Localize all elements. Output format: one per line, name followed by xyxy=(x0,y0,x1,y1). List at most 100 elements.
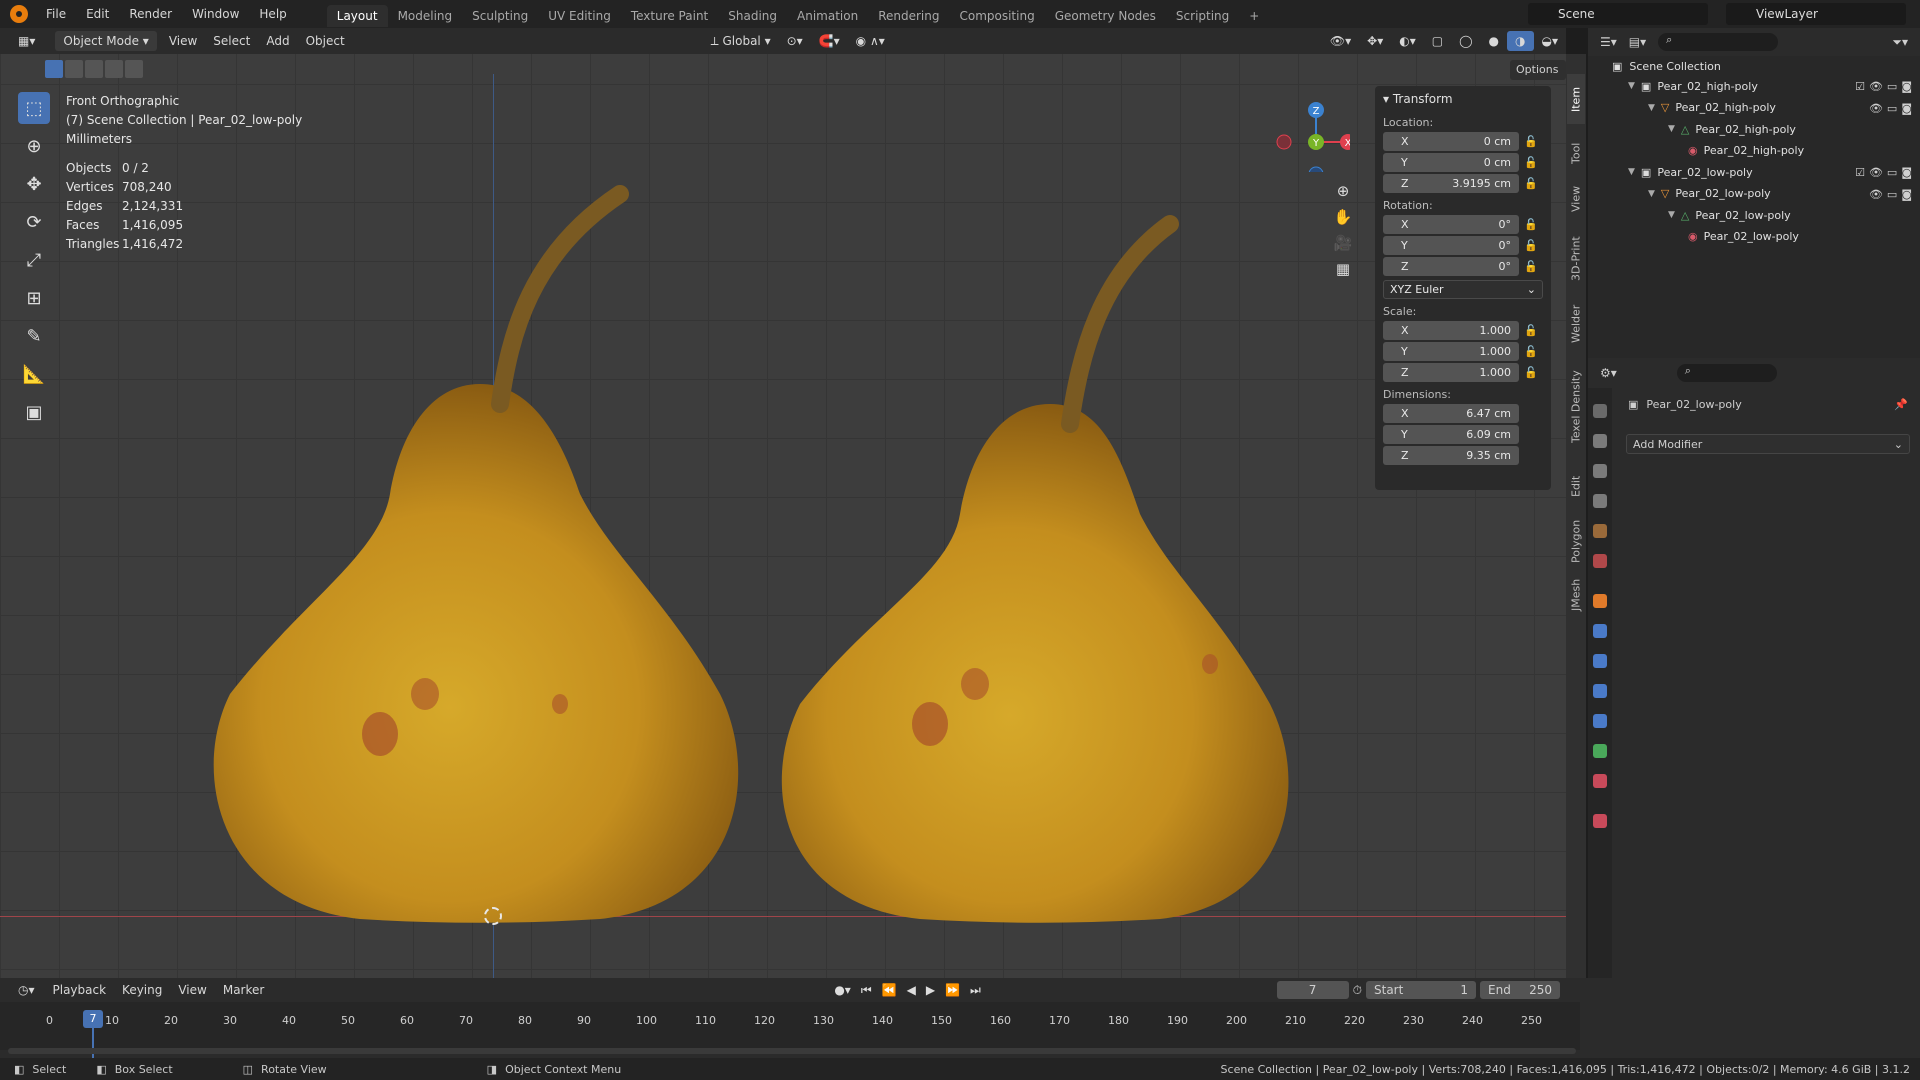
transform-panel-header[interactable]: ▾ Transform xyxy=(1383,92,1543,110)
scale-x-field[interactable]: X 1.000 xyxy=(1383,321,1519,340)
record-icon[interactable]: ●▾ xyxy=(834,983,851,998)
timeline-scrollbar[interactable] xyxy=(8,1048,1576,1054)
eye-icon[interactable]: 👁 xyxy=(1869,80,1883,93)
tool-tab-icon[interactable] xyxy=(1593,404,1607,418)
menu-render[interactable]: Render xyxy=(119,0,182,28)
expand-arrow-icon[interactable]: ▼ xyxy=(1668,124,1675,134)
lock-icon[interactable]: 🔓 xyxy=(1519,366,1543,379)
lock-icon[interactable]: 🔓 xyxy=(1519,345,1543,358)
shading-rendered-icon[interactable]: ◒▾ xyxy=(1534,31,1567,51)
lock-icon[interactable]: 🔓 xyxy=(1519,260,1543,273)
shading-material-icon[interactable]: ◑ xyxy=(1507,31,1534,51)
jump-start-icon[interactable]: ⏮ xyxy=(861,983,872,998)
pin-icon[interactable]: 📌 xyxy=(1894,398,1908,411)
viewport-menu-view[interactable]: View xyxy=(161,31,205,51)
select-extend-icon[interactable] xyxy=(65,60,83,78)
eye-icon[interactable]: 👁 xyxy=(1869,188,1883,201)
eye-icon[interactable]: 👁 xyxy=(1869,102,1883,115)
location-x-field[interactable]: X 0 cm xyxy=(1383,132,1519,151)
select-intersect-icon[interactable] xyxy=(125,60,143,78)
outliner-editor-icon[interactable]: ☰▾ xyxy=(1600,35,1617,49)
select-new-icon[interactable] xyxy=(45,60,63,78)
workspace-tab-compositing[interactable]: Compositing xyxy=(949,5,1044,27)
workspace-tab-modeling[interactable]: Modeling xyxy=(388,5,463,27)
sidebar-tab-texel-density[interactable]: Texel Density xyxy=(1567,359,1585,454)
shading-wire-icon[interactable]: ◯ xyxy=(1451,31,1480,51)
world-tab-icon[interactable] xyxy=(1593,554,1607,568)
sidebar-tab-item[interactable]: Item xyxy=(1567,74,1585,124)
outliner-row-collection[interactable]: ▼ ▣ Pear_02_low-poly xyxy=(1628,162,1753,182)
gizmo-toggle-icon[interactable]: ✥▾ xyxy=(1359,31,1391,51)
lock-icon[interactable]: 🔓 xyxy=(1519,324,1543,337)
dimensions-z-field[interactable]: Z 9.35 cm xyxy=(1383,446,1519,465)
viewport-menu-object[interactable]: Object xyxy=(298,31,353,51)
scale-y-field[interactable]: Y 1.000 xyxy=(1383,342,1519,361)
viewport-toggle-icon[interactable]: ▭ xyxy=(1887,102,1897,115)
output-tab-icon[interactable] xyxy=(1593,464,1607,478)
sidebar-tab-welder[interactable]: Welder xyxy=(1567,299,1585,349)
rotation-x-field[interactable]: X 0° xyxy=(1383,215,1519,234)
outliner-row-material[interactable]: ◉ Pear_02_high-poly xyxy=(1688,141,1804,161)
viewport-toggle-icon[interactable]: ▭ xyxy=(1887,166,1897,179)
menu-window[interactable]: Window xyxy=(182,0,249,28)
blender-logo-icon[interactable] xyxy=(10,5,28,23)
sidebar-tab-3d-print[interactable]: 3D-Print xyxy=(1567,229,1585,289)
snap-icon[interactable]: 🧲▾ xyxy=(811,31,848,51)
pan-hand-icon[interactable]: ✋ xyxy=(1330,208,1356,226)
scene-tab-icon[interactable] xyxy=(1593,524,1607,538)
start-frame-field[interactable]: Start 1 xyxy=(1366,981,1476,999)
pear-low-poly[interactable] xyxy=(750,164,1310,934)
menu-file[interactable]: File xyxy=(36,0,76,28)
location-z-field[interactable]: Z 3.9195 cm xyxy=(1383,174,1519,193)
expand-arrow-icon[interactable]: ▼ xyxy=(1648,103,1655,113)
workspace-tab-sculpting[interactable]: Sculpting xyxy=(462,5,538,27)
properties-search-input[interactable]: ⌕ xyxy=(1676,364,1777,382)
workspace-tab-scripting[interactable]: Scripting xyxy=(1166,5,1239,27)
sidebar-tab-tool[interactable]: Tool xyxy=(1567,134,1585,172)
pear-high-poly[interactable] xyxy=(200,134,760,934)
view-layer-tab-icon[interactable] xyxy=(1593,494,1607,508)
add-cube-tool-icon[interactable]: ▣ xyxy=(18,396,50,428)
xray-icon[interactable]: ▢ xyxy=(1424,31,1451,51)
measure-tool-icon[interactable]: 📐 xyxy=(18,358,50,390)
select-subtract-icon[interactable] xyxy=(85,60,103,78)
camera-toggle-icon[interactable]: ◙ xyxy=(1901,188,1912,201)
pivot-icon[interactable]: ⊙▾ xyxy=(779,31,811,51)
outliner-row-mesh[interactable]: ▼ △ Pear_02_low-poly xyxy=(1668,205,1791,225)
menu-help[interactable]: Help xyxy=(249,0,296,28)
timeline-menu-view[interactable]: View xyxy=(170,980,214,1000)
expand-arrow-icon[interactable]: ▼ xyxy=(1628,167,1635,177)
view-layer-selector[interactable]: ViewLayer xyxy=(1726,3,1906,25)
object-tab-icon[interactable] xyxy=(1593,594,1607,608)
lock-icon[interactable]: 🔓 xyxy=(1519,135,1543,148)
expand-arrow-icon[interactable]: ▼ xyxy=(1668,210,1675,220)
timeline-menu-playback[interactable]: Playback xyxy=(45,980,115,1000)
3d-cursor-icon[interactable] xyxy=(484,907,502,925)
rotation-mode-dropdown[interactable]: XYZ Euler ⌄ xyxy=(1383,280,1543,299)
viewport-toggle-icon[interactable]: ▭ xyxy=(1887,188,1897,201)
sidebar-tab-jmesh[interactable]: JMesh xyxy=(1567,574,1585,616)
orientation-dropdown[interactable]: ⟂ Global ▾ xyxy=(703,31,779,51)
cursor-tool-icon[interactable]: ⊕ xyxy=(18,130,50,162)
modifier-tab-icon[interactable] xyxy=(1593,624,1607,638)
filter-icon[interactable]: ⏷▾ xyxy=(1892,35,1908,50)
lock-icon[interactable]: 🔓 xyxy=(1519,156,1543,169)
clock-icon[interactable]: ⏱ xyxy=(1353,983,1362,998)
ortho-grid-icon[interactable]: ▦ xyxy=(1330,260,1356,278)
dimensions-y-field[interactable]: Y 6.09 cm xyxy=(1383,425,1519,444)
checkbox-icon[interactable]: ☑ xyxy=(1855,166,1865,179)
properties-editor-icon[interactable]: ⚙▾ xyxy=(1600,366,1617,380)
workspace-tab-geometry-nodes[interactable]: Geometry Nodes xyxy=(1045,5,1166,27)
viewport-toggle-icon[interactable]: ▭ xyxy=(1887,80,1897,93)
camera-toggle-icon[interactable]: ◙ xyxy=(1901,102,1912,115)
eye-icon[interactable]: 👁 xyxy=(1869,166,1883,179)
checkbox-icon[interactable]: ☑ xyxy=(1855,80,1865,93)
select-box-tool-icon[interactable]: ⬚ xyxy=(18,92,50,124)
lock-icon[interactable]: 🔓 xyxy=(1519,177,1543,190)
play-icon[interactable]: ▶ xyxy=(926,983,935,998)
camera-toggle-icon[interactable]: ◙ xyxy=(1901,80,1912,93)
outliner-row-collection[interactable]: ▼ ▣ Pear_02_high-poly xyxy=(1628,76,1758,96)
scale-z-field[interactable]: Z 1.000 xyxy=(1383,363,1519,382)
outliner-search-input[interactable]: ⌕ xyxy=(1658,33,1779,51)
material-tab-icon[interactable] xyxy=(1593,774,1607,788)
